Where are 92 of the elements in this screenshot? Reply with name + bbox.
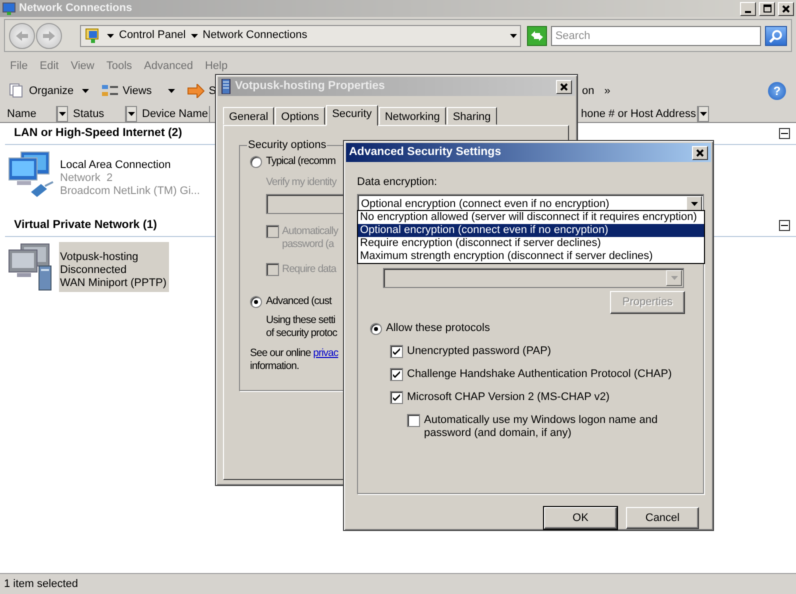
- checkbox[interactable]: [407, 414, 420, 427]
- views-icon: [100, 83, 119, 99]
- caret-icon: [670, 276, 678, 280]
- close-button[interactable]: [778, 2, 794, 16]
- group-title: LAN or High-Speed Internet (2): [14, 126, 182, 140]
- tab[interactable]: Sharing: [446, 107, 497, 125]
- dropdown-option[interactable]: Maximum strength encryption (disconnect if server declines): [358, 250, 704, 263]
- column-menu-button[interactable]: [698, 106, 709, 122]
- tab[interactable]: General: [223, 107, 274, 125]
- search-field[interactable]: Search: [551, 26, 762, 46]
- privacy-note: See our online privac information.: [250, 347, 340, 373]
- caret-icon: [690, 202, 698, 206]
- field-label: Data encryption:: [357, 176, 438, 189]
- refresh-icon: [530, 30, 544, 42]
- cancel-button[interactable]: Cancel: [626, 507, 699, 529]
- privacy-link[interactable]: privac: [313, 347, 338, 359]
- organize-button[interactable]: Organize: [6, 83, 92, 99]
- breadcrumb-item[interactable]: Network Connections: [202, 29, 308, 42]
- caret-icon: [128, 112, 135, 116]
- check-icon: [392, 347, 401, 356]
- caret-icon: [700, 112, 707, 116]
- maximize-button[interactable]: [759, 2, 775, 16]
- minimize-button[interactable]: [740, 2, 756, 16]
- caret-icon: [59, 112, 66, 116]
- checkbox[interactable]: [390, 391, 403, 404]
- search-icon: [769, 28, 784, 42]
- caret-icon: [510, 34, 518, 38]
- server-icon: [221, 79, 231, 94]
- search-button[interactable]: [765, 26, 787, 46]
- refresh-button[interactable]: [527, 26, 548, 46]
- dialog-title: Votpusk-hosting Properties: [235, 80, 385, 93]
- caret-icon: [168, 89, 175, 93]
- radio-label: Allow these protocols: [386, 322, 490, 335]
- status-text: 1 item selected: [4, 578, 78, 590]
- dialog-title: Advanced Security Settings: [349, 146, 502, 159]
- checkbox-label: Automatically password (a: [282, 225, 338, 251]
- radio-button[interactable]: [250, 156, 262, 168]
- tab[interactable]: Security: [326, 105, 378, 126]
- pages-icon: [9, 83, 25, 99]
- connection-status: Network 2: [60, 172, 114, 185]
- right-arrow-icon: [42, 30, 56, 42]
- toolbar-button[interactable]: on: [582, 84, 594, 98]
- checkbox[interactable]: [390, 368, 403, 381]
- field-label: Verify my identity: [266, 176, 338, 189]
- close-icon: [696, 148, 704, 156]
- tab[interactable]: Networking: [378, 107, 446, 125]
- dropdown-option[interactable]: No encryption allowed (server will disconnect if it requires encryption): [358, 211, 704, 224]
- window-title: Network Connections: [19, 2, 132, 15]
- ok-button[interactable]: OK: [544, 507, 617, 529]
- collapse-icon[interactable]: [779, 128, 790, 138]
- caret-icon: [107, 34, 114, 38]
- checkbox-label: Unencrypted password (PAP): [407, 345, 552, 358]
- radio-button[interactable]: [250, 296, 262, 308]
- connection-name[interactable]: Votpusk-hosting: [60, 251, 167, 264]
- close-button[interactable]: [692, 146, 708, 160]
- group-title: Security options: [247, 139, 328, 152]
- close-icon: [782, 4, 790, 12]
- checkbox-label: Microsoft CHAP Version 2 (MS-CHAP v2): [407, 391, 610, 404]
- connection-status: Disconnected: [60, 264, 128, 277]
- check-icon: [392, 393, 401, 402]
- address-bar[interactable]: Control Panel Network Connections: [80, 24, 522, 46]
- connection-name[interactable]: Local Area Connection: [60, 159, 200, 172]
- caret-icon: [190, 34, 198, 38]
- radio-button[interactable]: [370, 322, 382, 334]
- column-header[interactable]: Device Name: [137, 106, 210, 122]
- checkbox-label: Automatically use my Windows logon name and password (and domain, if any): [424, 414, 659, 440]
- checkbox[interactable]: [390, 345, 403, 358]
- dropdown-option[interactable]: Require encryption (disconnect if server declines): [358, 237, 704, 250]
- checkbox-label: Require data: [282, 263, 336, 276]
- column-menu-button[interactable]: [57, 106, 68, 122]
- close-button[interactable]: [556, 80, 572, 94]
- collapse-icon[interactable]: [779, 220, 790, 230]
- toolbar-button[interactable]: »: [604, 84, 610, 98]
- minimize-icon: [745, 10, 751, 12]
- description-text: Using these setti of security protoc: [266, 314, 338, 340]
- left-arrow-icon: [15, 30, 29, 42]
- maximize-icon: [762, 4, 772, 13]
- dropdown-option[interactable]: Optional encryption (connect even if no encryption): [358, 224, 704, 237]
- right-arrow-icon: [186, 84, 205, 98]
- radio-label: Advanced (cust: [266, 295, 332, 308]
- check-icon: [392, 370, 401, 379]
- caret-icon: [82, 89, 89, 93]
- breadcrumb-item[interactable]: Control Panel: [119, 29, 186, 42]
- group-title: Virtual Private Network (1): [14, 218, 157, 232]
- device-name: WAN Miniport (PPTP): [60, 277, 167, 290]
- device-name: Broadcom NetLink (TM) Gi...: [60, 185, 200, 198]
- column-menu-button[interactable]: [126, 106, 137, 122]
- views-button[interactable]: Views: [98, 83, 178, 99]
- radio-label: Typical (recomm: [266, 155, 336, 168]
- checkbox-label: Challenge Handshake Authentication Protocol (CHAP): [407, 368, 672, 381]
- close-icon: [560, 82, 568, 90]
- tab[interactable]: Options: [275, 107, 326, 125]
